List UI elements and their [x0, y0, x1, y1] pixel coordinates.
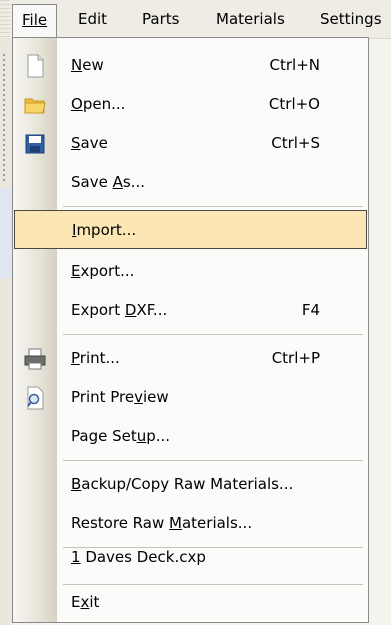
menu-item-shortcut: Ctrl+N: [269, 56, 320, 74]
menu-materials-label: Materials: [216, 10, 285, 28]
menu-item-shortcut: Ctrl+P: [271, 349, 320, 367]
toolbar-strip: [0, 38, 12, 625]
menu-parts[interactable]: Parts: [134, 6, 187, 32]
toolbar-grip: [3, 54, 5, 184]
menu-item-exit[interactable]: Exit: [13, 583, 368, 622]
menu-item-export[interactable]: Export...: [13, 252, 368, 291]
menu-item-label: 1 Daves Deck.cxp: [71, 548, 206, 566]
menu-item-shortcut: Ctrl+S: [271, 134, 320, 152]
menu-file-label: File: [22, 11, 48, 29]
menu-separator: [63, 206, 363, 207]
printer-icon: [22, 346, 48, 372]
menu-item-open[interactable]: Open... Ctrl+O: [13, 85, 368, 124]
file-menu-dropdown: New Ctrl+N Open... Ctrl+O Save Ctrl+S Sa…: [12, 37, 369, 623]
menu-edit-label: Edit: [78, 10, 108, 28]
menu-item-label: Print...: [71, 349, 120, 367]
menu-item-save[interactable]: Save Ctrl+S: [13, 124, 368, 163]
menu-item-shortcut: F4: [301, 301, 320, 319]
menu-item-label: Print Preview: [71, 388, 169, 406]
menu-bar-grip: [0, 0, 10, 38]
menu-file[interactable]: File: [12, 4, 58, 38]
menu-bar: File Edit Parts Materials Settings: [0, 0, 391, 39]
menu-item-label: Save As...: [71, 173, 145, 191]
menu-item-label: Export DXF...: [71, 301, 168, 319]
menu-item-backup-raw-materials[interactable]: Backup/Copy Raw Materials...: [13, 465, 368, 504]
menu-separator: [63, 334, 363, 335]
menu-materials[interactable]: Materials: [208, 6, 293, 32]
menu-item-shortcut: Ctrl+O: [268, 95, 320, 113]
print-preview-icon: [22, 385, 48, 411]
menu-item-save-as[interactable]: Save As...: [13, 163, 368, 202]
menu-item-import[interactable]: Import...: [14, 210, 367, 249]
menu-item-recent-file[interactable]: 1 Daves Deck.cxp: [13, 538, 368, 577]
menu-item-new[interactable]: New Ctrl+N: [13, 46, 368, 85]
menu-item-page-setup[interactable]: Page Setup...: [13, 417, 368, 456]
menu-item-print-preview[interactable]: Print Preview: [13, 378, 368, 417]
menu-item-export-dxf[interactable]: Export DXF... F4: [13, 291, 368, 330]
menu-item-label: Import...: [72, 221, 137, 239]
menu-item-label: Page Setup...: [71, 427, 171, 445]
menu-item-label: New: [71, 56, 104, 74]
menu-item-print[interactable]: Print... Ctrl+P: [13, 339, 368, 378]
menu-item-label: Backup/Copy Raw Materials...: [71, 475, 294, 493]
new-document-icon: [22, 53, 48, 79]
menu-settings-label: Settings: [320, 10, 382, 28]
save-disk-icon: [22, 131, 48, 157]
menu-edit[interactable]: Edit: [70, 6, 115, 32]
menu-item-label: Export...: [71, 262, 135, 280]
open-folder-icon: [22, 92, 48, 118]
menu-item-label: Save: [71, 134, 108, 152]
menu-item-label: Open...: [71, 95, 126, 113]
menu-item-label: Exit: [71, 593, 100, 611]
menu-separator: [63, 460, 363, 461]
background-panel: [0, 188, 12, 278]
menu-settings[interactable]: Settings: [312, 6, 390, 32]
menu-parts-label: Parts: [142, 10, 180, 28]
